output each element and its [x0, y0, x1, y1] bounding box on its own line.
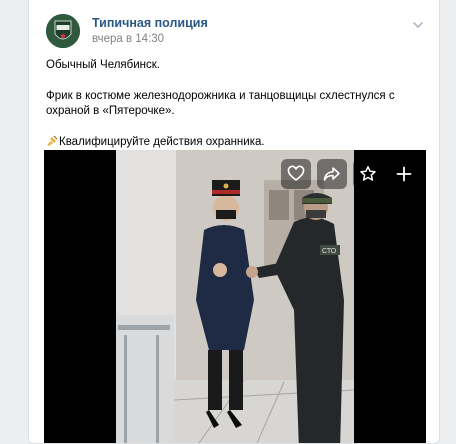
- bookmark-video-button[interactable]: [353, 159, 383, 189]
- post-text: Обычный Челябинск. Фрик в костюме железн…: [46, 58, 426, 150]
- post-timestamp[interactable]: вчера в 14:30: [92, 33, 164, 45]
- heart-icon: [287, 165, 305, 182]
- group-avatar[interactable]: [46, 14, 80, 48]
- police-badge-icon: [46, 14, 80, 48]
- video-player[interactable]: СТО: [44, 150, 426, 443]
- writing-hand-emoji-icon: [47, 135, 58, 146]
- share-video-button[interactable]: [317, 159, 347, 189]
- guard-patch-text: СТО: [322, 248, 337, 255]
- post-menu-chevron-icon[interactable]: [411, 18, 425, 32]
- post-line-3: Квалифицируйте действия охранника.: [46, 135, 426, 151]
- plus-icon: [396, 166, 412, 182]
- add-video-button[interactable]: [389, 159, 419, 189]
- group-name-link[interactable]: Типичная полиция: [92, 16, 208, 30]
- post-line-3-text: Квалифицируйте действия охранника.: [59, 135, 265, 148]
- like-video-button[interactable]: [281, 159, 311, 189]
- share-icon: [323, 167, 340, 181]
- post-line-1: Обычный Челябинск.: [46, 59, 160, 71]
- post-card: Типичная полиция вчера в 14:30 Обычный Ч…: [28, 0, 440, 444]
- video-frame: СТО: [44, 150, 426, 443]
- star-icon: [360, 166, 376, 181]
- post-line-2: Фрик в костюме железнодорожника и танцов…: [46, 89, 395, 118]
